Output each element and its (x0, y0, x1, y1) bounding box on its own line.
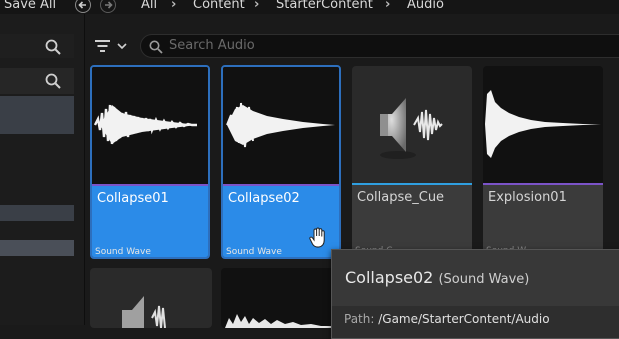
save-all-button[interactable]: Save All (4, 0, 56, 12)
tooltip-asset-name: Collapse02 (Sound Wave) (345, 268, 529, 287)
forward-button[interactable] (100, 0, 116, 13)
tooltip-name-text: Collapse02 (345, 268, 434, 287)
tooltip-path-label: Path: (344, 312, 375, 326)
folder-tree-selected-item[interactable] (0, 96, 74, 134)
asset-tile-row2-2[interactable] (221, 268, 343, 328)
tooltip-header: Collapse02 (Sound Wave) (332, 250, 619, 306)
filter-icon[interactable] (94, 39, 112, 53)
breadcrumb-audio[interactable]: Audio (407, 0, 444, 12)
asset-tooltip: Collapse02 (Sound Wave) Path: /Game/Star… (331, 249, 619, 339)
folder-search-field[interactable] (0, 68, 74, 94)
search-placeholder: Search Audio (169, 38, 255, 53)
search-icon[interactable] (45, 39, 61, 55)
hand-cursor-icon (309, 227, 325, 248)
chevron-down-icon[interactable] (117, 42, 127, 50)
panel-divider[interactable] (84, 14, 85, 325)
asset-name: Collapse02 (228, 191, 300, 206)
waveform-thumbnail (483, 66, 603, 183)
search-input[interactable]: Search Audio (140, 34, 619, 58)
asset-tile-collapse01[interactable]: Collapse01 Sound Wave (90, 65, 210, 259)
breadcrumb-separator-icon: › (171, 0, 177, 12)
waveform-thumbnail (223, 67, 339, 184)
left-panel (0, 14, 84, 325)
asset-name: Explosion01 (488, 190, 567, 205)
sound-cue-thumbnail (352, 66, 472, 183)
panel-search-row (0, 34, 74, 58)
waveform-icon (485, 90, 601, 158)
asset-name: Collapse_Cue (357, 190, 445, 205)
breadcrumb-content[interactable]: Content (193, 0, 245, 12)
speaker-icon (380, 98, 443, 159)
waveform-thumbnail (92, 67, 208, 184)
waveform-icon (225, 314, 331, 328)
asset-info: Collapse01 Sound Wave (92, 186, 208, 257)
asset-tile-row2-1[interactable] (90, 268, 212, 328)
tooltip-path: Path: /Game/StarterContent/Audio (344, 312, 550, 326)
asset-tile-collapse-cue[interactable]: Collapse_Cue Sound C (352, 66, 472, 260)
asset-type: Sound Wave (95, 247, 151, 257)
search-icon (149, 40, 163, 54)
breadcrumb-startercontent[interactable]: StarterContent (276, 0, 373, 12)
speaker-icon (122, 296, 166, 328)
back-button[interactable] (75, 0, 91, 13)
waveform-icon (93, 104, 197, 145)
breadcrumb-separator-icon: › (385, 0, 391, 12)
breadcrumb-separator-icon: › (254, 0, 260, 12)
tooltip-path-value: /Game/StarterContent/Audio (378, 312, 550, 326)
arrow-left-icon (78, 1, 86, 9)
collections-header[interactable] (0, 205, 74, 221)
asset-name: Collapse01 (97, 191, 169, 206)
arrow-right-icon (105, 1, 113, 9)
breadcrumb-all[interactable]: All (141, 0, 157, 12)
collections-item[interactable] (0, 240, 74, 256)
tooltip-kind-text: (Sound Wave) (438, 272, 530, 287)
waveform-icon (226, 102, 335, 148)
search-icon[interactable] (45, 73, 61, 89)
asset-view-toolbar: Search Audio (85, 14, 619, 60)
asset-type: Sound Wave (226, 247, 282, 257)
asset-tile-explosion01[interactable]: Explosion01 Sound W (483, 66, 603, 260)
top-toolbar: Save All All › Content › StarterContent … (0, 0, 619, 14)
asset-tile-collapse02[interactable]: Collapse02 Sound Wave (221, 65, 341, 259)
